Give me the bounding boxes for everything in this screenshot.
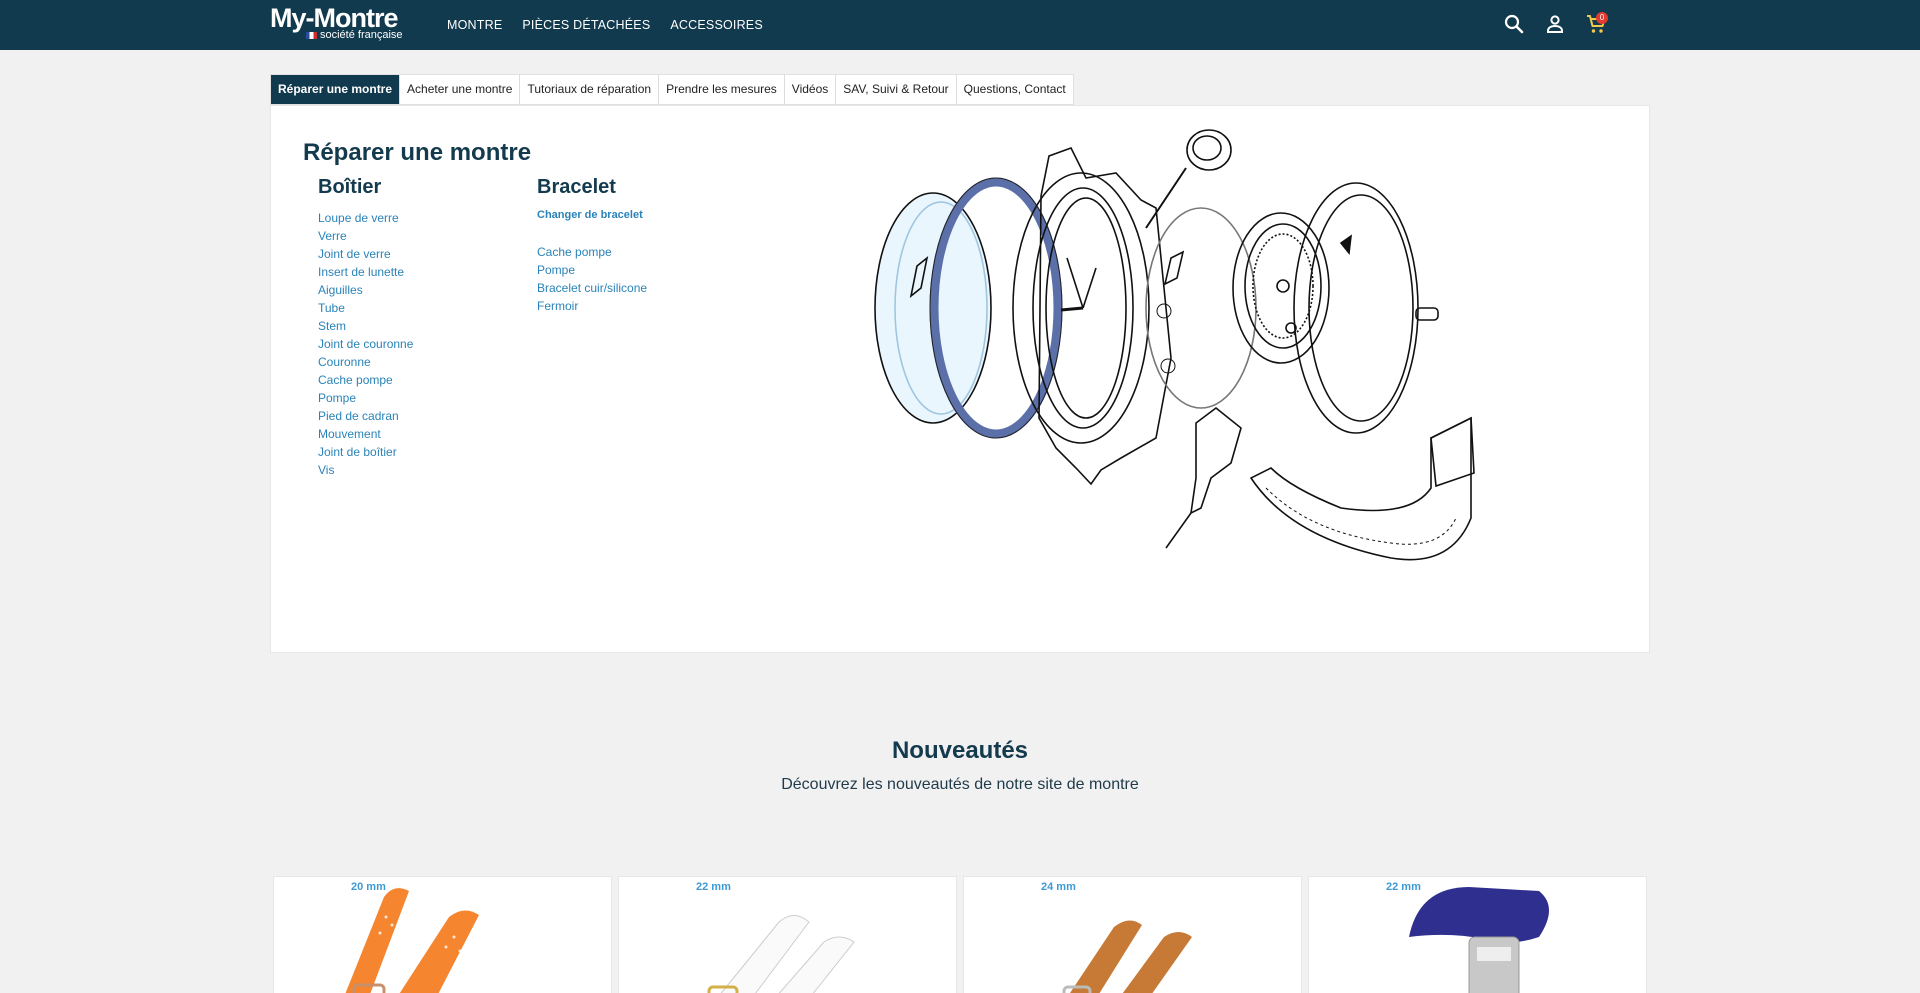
product-grid: 20 mm 22 mm 24 mm 22 mm <box>273 876 1647 993</box>
search-icon[interactable] <box>1502 12 1526 36</box>
nav-montre[interactable]: MONTRE <box>447 18 502 32</box>
bracelet-links: Cache pompe Pompe Bracelet cuir/silicone… <box>537 243 647 315</box>
boitier-column: Boîtier Loupe de verre Verre Joint de ve… <box>318 176 413 479</box>
cart-count-badge: 0 <box>1596 12 1608 24</box>
white-strap-image <box>707 915 855 993</box>
product-size: 20 mm <box>351 881 386 893</box>
tab-videos[interactable]: Vidéos <box>785 75 837 104</box>
orange-strap-image <box>345 888 479 993</box>
link-joint-de-boitier[interactable]: Joint de boîtier <box>318 443 413 461</box>
link-pompe[interactable]: Pompe <box>318 389 413 407</box>
tab-prendre-les-mesures[interactable]: Prendre les mesures <box>659 75 785 104</box>
tab-sav[interactable]: SAV, Suivi & Retour <box>836 75 957 104</box>
logo-subtitle: société française <box>306 29 403 41</box>
link-fermoir[interactable]: Fermoir <box>537 297 647 315</box>
tab-acheter-une-montre[interactable]: Acheter une montre <box>400 75 521 104</box>
link-bracelet-cuir-silicone[interactable]: Bracelet cuir/silicone <box>537 279 647 297</box>
exploded-watch-diagram[interactable] <box>871 118 1491 608</box>
bracelet-column: Bracelet Changer de bracelet Cache pompe… <box>537 176 647 315</box>
link-pied-de-cadran[interactable]: Pied de cadran <box>318 407 413 425</box>
link-mouvement[interactable]: Mouvement <box>318 425 413 443</box>
logo-text: My-Montre <box>270 3 398 33</box>
product-card[interactable]: 22 mm <box>1308 876 1647 993</box>
link-joint-de-couronne[interactable]: Joint de couronne <box>318 335 413 353</box>
product-size: 22 mm <box>696 881 731 893</box>
nav-pieces-detachees[interactable]: PIÈCES DÉTACHÉES <box>522 18 650 32</box>
tab-reparer-une-montre[interactable]: Réparer une montre <box>271 75 401 104</box>
section-tabs: Réparer une montre Acheter une montre Tu… <box>270 74 1074 105</box>
boitier-links: Loupe de verre Verre Joint de verre Inse… <box>318 209 413 479</box>
top-header: My-Montre société française MONTRE PIÈCE… <box>0 0 1920 50</box>
link-stem[interactable]: Stem <box>318 317 413 335</box>
panel-title: Réparer une montre <box>303 139 532 166</box>
product-card[interactable]: 20 mm <box>273 876 612 993</box>
product-size: 24 mm <box>1041 881 1076 893</box>
product-card[interactable]: 24 mm <box>963 876 1302 993</box>
link-bracelet-pompe[interactable]: Pompe <box>537 261 647 279</box>
link-vis[interactable]: Vis <box>318 461 413 479</box>
main-nav: MONTRE PIÈCES DÉTACHÉES ACCESSOIRES <box>447 18 763 32</box>
link-bracelet-cache-pompe[interactable]: Cache pompe <box>537 243 647 261</box>
logo-tagline: société française <box>320 29 403 41</box>
tab-questions-contact[interactable]: Questions, Contact <box>957 75 1073 104</box>
link-aiguilles[interactable]: Aiguilles <box>318 281 413 299</box>
link-cache-pompe[interactable]: Cache pompe <box>318 371 413 389</box>
boitier-heading: Boîtier <box>318 176 382 198</box>
brown-strap-image <box>1062 920 1192 993</box>
link-insert-de-lunette[interactable]: Insert de lunette <box>318 263 413 281</box>
blue-strap-image <box>1409 887 1549 993</box>
link-loupe-de-verre[interactable]: Loupe de verre <box>318 209 413 227</box>
link-verre[interactable]: Verre <box>318 227 413 245</box>
french-flag-icon <box>306 31 317 39</box>
product-card[interactable]: 22 mm <box>618 876 957 993</box>
link-tube[interactable]: Tube <box>318 299 413 317</box>
repair-panel: Réparer une montre Boîtier Loupe de verr… <box>270 105 1650 653</box>
user-icon[interactable] <box>1543 12 1567 36</box>
nav-accessoires[interactable]: ACCESSOIRES <box>670 18 763 32</box>
tab-tutoriaux[interactable]: Tutoriaux de réparation <box>520 75 660 104</box>
link-couronne[interactable]: Couronne <box>318 353 413 371</box>
news-subtitle: Découvrez les nouveautés de notre site d… <box>781 776 1139 793</box>
product-size: 22 mm <box>1386 881 1421 893</box>
logo[interactable]: My-Montre société française <box>270 3 403 42</box>
link-joint-de-verre[interactable]: Joint de verre <box>318 245 413 263</box>
bracelet-heading: Bracelet <box>537 176 616 198</box>
link-changer-de-bracelet[interactable]: Changer de bracelet <box>537 209 647 221</box>
news-title: Nouveautés <box>891 737 1029 764</box>
